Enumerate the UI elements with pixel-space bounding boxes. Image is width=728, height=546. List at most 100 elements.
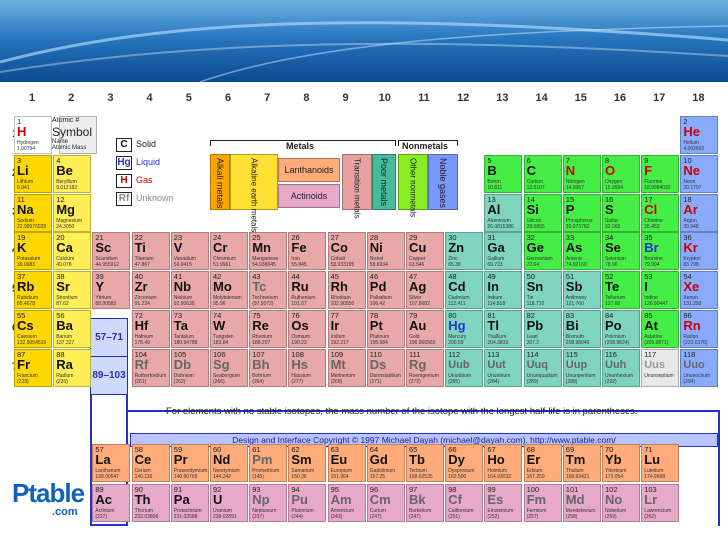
element-cell[interactable]: 36 Kr Krypton 83.798 — [680, 232, 719, 271]
element-cell[interactable]: 48 Cd Cadmium 112.411 — [445, 271, 484, 310]
element-cell[interactable]: 84 Po Polonium (208.9824) — [602, 310, 640, 348]
element-cell[interactable]: 5 B Boron 10.811 — [484, 154, 523, 193]
element-cell[interactable]: 99 Es Einsteinium (252) — [484, 484, 523, 522]
element-cell[interactable]: 52 Te Tellurium 127.60 — [602, 271, 640, 310]
element-cell[interactable]: 3 Li Lithium 6.941 — [14, 154, 52, 193]
element-cell[interactable]: 49 In Indium 114.818 — [484, 271, 523, 310]
element-cell[interactable]: 14 Si Silicon 28.0855 — [523, 193, 562, 232]
element-cell[interactable]: 31 Ga Gallium 69.723 — [484, 232, 523, 271]
element-cell[interactable]: 106 Sg Seaborgium (266) — [210, 348, 248, 387]
element-cell[interactable]: 64 Gd Gadolinium 157.25 — [366, 444, 405, 482]
element-cell[interactable]: 85 At Astatine (209.9871) — [641, 310, 680, 348]
element-cell[interactable]: 98 Cf Californium (251) — [445, 484, 484, 522]
element-cell[interactable]: 76 Os Osmium 190.23 — [288, 310, 327, 348]
element-cell[interactable]: 19 K Potassium 39.0983 — [14, 232, 52, 271]
element-cell[interactable]: 23 V Vanadium 50.9415 — [170, 232, 209, 271]
element-cell[interactable]: 40 Zr Zirconium 91.224 — [131, 271, 170, 310]
element-cell[interactable]: 87 Fr Francium (223) — [14, 348, 52, 387]
element-cell[interactable]: 115 Uup Ununpentium (288) — [562, 348, 601, 387]
element-cell[interactable]: 61 Pm Promethium (145) — [249, 444, 288, 482]
element-cell[interactable]: 63 Eu Europium 151.964 — [327, 444, 366, 482]
element-cell[interactable]: 107 Bh Bohrium (264) — [249, 348, 288, 387]
element-cell[interactable]: 53 I Iodine 126.90447 — [641, 271, 680, 310]
element-cell[interactable]: 75 Re Rhenium 186.207 — [249, 310, 288, 348]
element-cell[interactable]: 78 Pt Platinum 195.084 — [366, 310, 405, 348]
element-cell[interactable]: 116 Uuh Ununhexium (292) — [602, 348, 640, 387]
element-cell[interactable]: 51 Sb Antimony 121.760 — [562, 271, 601, 310]
element-cell[interactable]: 43 Tc Technetium (97.9072) — [249, 271, 288, 310]
element-cell[interactable]: 6 C Carbon 12.0107 — [523, 154, 562, 193]
element-cell[interactable]: 30 Zn Zinc 65.38 — [445, 232, 484, 271]
element-cell[interactable]: 4 Be Beryllium 9.012182 — [53, 154, 92, 193]
element-cell[interactable]: 46 Pd Palladium 106.42 — [366, 271, 405, 310]
element-cell[interactable]: 111 Rg Roentgenium (272) — [406, 348, 444, 387]
element-cell[interactable]: 35 Br Bromine 79.904 — [641, 232, 680, 271]
element-cell[interactable]: 15 P Phosphorus 30.973762 — [562, 193, 601, 232]
element-cell[interactable]: 97 Bk Berkelium (247) — [406, 484, 444, 522]
element-cell[interactable]: 102 No Nobelium (259) — [602, 484, 640, 522]
element-cell[interactable]: 65 Tb Terbium 158.92535 — [406, 444, 444, 482]
element-cell[interactable]: 50 Sn Tin 118.710 — [523, 271, 562, 310]
element-cell[interactable]: 57 La Lanthanum 138.90547 — [92, 444, 131, 482]
element-cell[interactable]: 21 Sc Scandium 44.955912 — [92, 232, 131, 271]
element-cell[interactable]: 20 Ca Calcium 40.078 — [53, 232, 92, 271]
element-cell[interactable]: 17 Cl Chlorine 35.453 — [641, 193, 680, 232]
element-cell[interactable]: 55 Cs Caesium 132.9054519 — [14, 310, 52, 348]
element-cell[interactable]: 74 W Tungsten 183.84 — [210, 310, 248, 348]
element-cell[interactable]: 94 Pu Plutonium (244) — [288, 484, 327, 522]
element-cell[interactable]: 69 Tm Thulium 168.93421 — [562, 444, 601, 482]
element-cell[interactable]: 95 Am Americium (243) — [327, 484, 366, 522]
element-cell[interactable]: 109 Mt Meitnerium (268) — [327, 348, 366, 387]
element-cell[interactable]: 66 Dy Dysprosium 162.500 — [445, 444, 484, 482]
element-cell[interactable]: 101 Md Mendelevium (258) — [562, 484, 601, 522]
element-cell[interactable]: 2 He Helium 4.002602 — [680, 116, 719, 154]
element-cell[interactable]: 42 Mo Molybdenum 95.96 — [210, 271, 248, 310]
element-cell[interactable]: 67 Ho Holmium 164.93032 — [484, 444, 523, 482]
element-cell[interactable]: 56 Ba Barium 137.327 — [53, 310, 92, 348]
element-cell[interactable]: 24 Cr Chromium 51.9961 — [210, 232, 248, 271]
element-cell[interactable]: 68 Er Erbium 167.259 — [523, 444, 562, 482]
element-cell[interactable]: 27 Co Cobalt 58.933195 — [327, 232, 366, 271]
element-cell[interactable]: 58 Ce Cerium 140.116 — [131, 444, 170, 482]
element-cell[interactable]: 91 Pa Protactinium 231.03588 — [170, 484, 209, 522]
element-cell[interactable]: 77 Ir Iridium 192.217 — [327, 310, 366, 348]
element-cell[interactable]: 18 Ar Argon 39.948 — [680, 193, 719, 232]
element-cell[interactable]: 73 Ta Tantalum 180.94788 — [170, 310, 209, 348]
element-cell[interactable]: 39 Y Yttrium 88.90585 — [92, 271, 131, 310]
element-cell[interactable]: 47 Ag Silver 107.8682 — [406, 271, 444, 310]
element-cell[interactable]: 118 Uuo Ununoctium (294) — [680, 348, 719, 387]
element-cell[interactable]: 33 As Arsenic 74.92160 — [562, 232, 601, 271]
element-cell[interactable]: 93 Np Neptunium (237) — [249, 484, 288, 522]
element-cell[interactable]: 37 Rb Rubidium 85.4678 — [14, 271, 52, 310]
element-cell[interactable]: 82 Pb Lead 207.2 — [523, 310, 562, 348]
element-cell[interactable]: 112 Uub Ununbium (285) — [445, 348, 484, 387]
element-cell[interactable]: 71 Lu Lutetium 174.9668 — [641, 444, 680, 482]
element-cell[interactable]: 114 Uuq Ununquadium (289) — [523, 348, 562, 387]
element-cell[interactable]: 26 Fe Iron 55.845 — [288, 232, 327, 271]
element-cell[interactable]: 25 Mn Manganese 54.938045 — [249, 232, 288, 271]
element-cell[interactable]: 29 Cu Copper 63.546 — [406, 232, 444, 271]
element-cell[interactable]: 92 U Uranium 238.02891 — [210, 484, 248, 522]
element-cell[interactable]: 105 Db Dubnium (262) — [170, 348, 209, 387]
element-cell[interactable]: 103 Lr Lawrencium (262) — [641, 484, 680, 522]
element-cell[interactable]: 22 Ti Titanium 47.867 — [131, 232, 170, 271]
element-cell[interactable]: 110 Ds Darmstadtium (271) — [366, 348, 405, 387]
element-cell[interactable]: 9 F Fluorine 18.9984032 — [641, 154, 680, 193]
element-cell[interactable]: 100 Fm Fermium (257) — [523, 484, 562, 522]
element-cell[interactable]: 62 Sm Samarium 150.36 — [288, 444, 327, 482]
element-cell[interactable]: 89 Ac Actinium (227) — [92, 484, 131, 522]
element-cell[interactable]: 117 Uus Ununseptium — [641, 348, 680, 387]
element-cell[interactable]: 32 Ge Germanium 72.64 — [523, 232, 562, 271]
element-cell[interactable]: 59 Pr Praseodymium 140.90765 — [170, 444, 209, 482]
element-cell[interactable]: 81 Tl Thallium 204.3833 — [484, 310, 523, 348]
element-cell[interactable]: 90 Th Thorium 232.03806 — [131, 484, 170, 522]
element-cell[interactable]: 38 Sr Strontium 87.62 — [53, 271, 92, 310]
element-cell[interactable]: 7 N Nitrogen 14.0067 — [562, 154, 601, 193]
element-cell[interactable]: 72 Hf Hafnium 178.49 — [131, 310, 170, 348]
element-cell[interactable]: 41 Nb Niobium 92.90638 — [170, 271, 209, 310]
element-cell[interactable]: 104 Rf Rutherfordium (261) — [131, 348, 170, 387]
element-cell[interactable]: 34 Se Selenium 78.96 — [602, 232, 640, 271]
element-cell[interactable]: 88 Ra Radium (226) — [53, 348, 92, 387]
element-cell[interactable]: 16 S Sulfur 32.065 — [602, 193, 640, 232]
element-cell[interactable]: 60 Nd Neodymium 144.242 — [210, 444, 248, 482]
